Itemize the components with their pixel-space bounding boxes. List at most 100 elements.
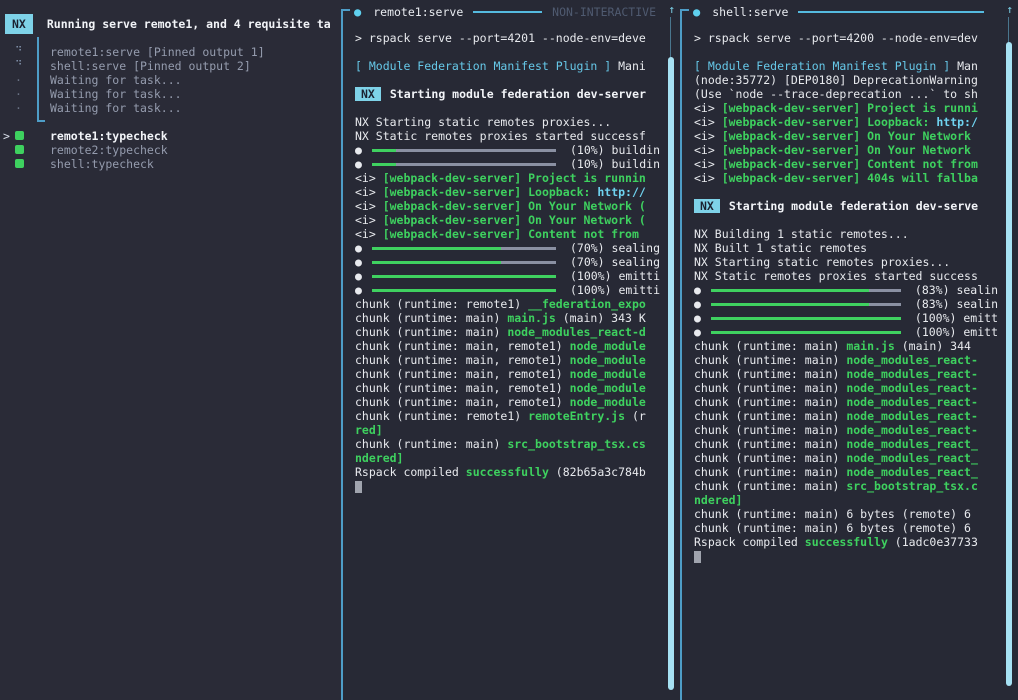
terminal-line: <i> [webpack-dev-server] Loopback: http:… bbox=[355, 185, 660, 199]
scroll-up-icon[interactable]: ↑ bbox=[1006, 3, 1013, 17]
progress-label: (10%) buildin bbox=[563, 157, 660, 171]
pane-left-border bbox=[341, 9, 343, 700]
terminal-line: NX Static remotes proxies started succes… bbox=[694, 269, 998, 283]
progress-line: ● (100%) emitti bbox=[355, 283, 660, 297]
text-segment: [ Module Federation Manifest Plugin ] bbox=[355, 59, 611, 73]
text-segment: Starting module federation dev-serve bbox=[729, 199, 978, 213]
pane-header[interactable]: ● remote1:serve NON-INTERACTIVE bbox=[354, 4, 656, 20]
task-label: Waiting for task... bbox=[50, 87, 182, 101]
text-segment: Man bbox=[950, 59, 978, 73]
task-row[interactable]: remote2:typecheck bbox=[0, 143, 341, 157]
progress-bullet-icon: ● bbox=[355, 241, 362, 255]
task-label: shell:typecheck bbox=[50, 157, 154, 171]
text-segment: Rspack compiled bbox=[355, 465, 466, 479]
pane-header-rule bbox=[473, 11, 542, 13]
text-segment: http:/ bbox=[936, 115, 978, 129]
terminal-line: chunk (runtime: main, remote1) node_modu… bbox=[355, 381, 660, 395]
text-segment: <i> bbox=[694, 157, 722, 171]
text-segment: node_modules_react- bbox=[846, 367, 978, 381]
progress-line: ● (70%) sealing bbox=[355, 255, 660, 269]
task-row[interactable]: ·Waiting for task... bbox=[0, 87, 341, 101]
terminal-line: chunk (runtime: main, remote1) node_modu… bbox=[355, 339, 660, 353]
text-segment: [webpack-dev-server] 404s will fallba bbox=[722, 171, 978, 185]
text-segment: chunk (runtime: main, remote1) bbox=[355, 395, 570, 409]
text-segment: chunk (runtime: main) bbox=[694, 465, 846, 479]
success-square-icon bbox=[15, 145, 24, 154]
text-segment: node_modules_react- bbox=[846, 423, 978, 437]
terminal-line: [ Module Federation Manifest Plugin ] Ma… bbox=[694, 59, 998, 73]
terminal-line: chunk (runtime: main) 6 bytes (remote) 6 bbox=[694, 521, 998, 535]
text-segment: __federation_expo bbox=[528, 297, 646, 311]
progress-fill bbox=[711, 317, 901, 320]
text-segment: node_modules_react_ bbox=[846, 437, 978, 451]
progress-bullet-icon: ● bbox=[694, 297, 701, 311]
task-row[interactable]: >remote1:typecheck bbox=[0, 129, 341, 143]
text-segment: http:// bbox=[597, 185, 645, 199]
text-segment: chunk (runtime: main) bbox=[694, 409, 846, 423]
task-row[interactable]: shell:typecheck bbox=[0, 157, 341, 171]
pane-corner bbox=[341, 9, 350, 11]
progress-fill bbox=[711, 289, 869, 292]
text-segment: chunk (runtime: main) bbox=[694, 437, 846, 451]
task-label: Waiting for task... bbox=[50, 101, 182, 115]
terminal-line: NX Starting module federation dev-server bbox=[355, 87, 660, 101]
terminal-line: > rspack serve --port=4201 --node-env=de… bbox=[355, 31, 660, 45]
completed-task-group: >remote1:typecheckremote2:typecheckshell… bbox=[0, 129, 341, 171]
task-label: Waiting for task... bbox=[50, 73, 182, 87]
scrollbar-track[interactable] bbox=[670, 17, 671, 59]
text-segment: [webpack-dev-server] On Your Network ( bbox=[383, 213, 646, 227]
success-square-icon bbox=[15, 159, 24, 168]
progress-label: (70%) sealing bbox=[563, 241, 660, 255]
terminal-line: chunk (runtime: main) node_modules_react… bbox=[694, 451, 998, 465]
text-segment: [webpack-dev-server] Content not from bbox=[722, 157, 978, 171]
scrollbar-thumb[interactable] bbox=[1006, 42, 1012, 686]
text-segment: [webpack-dev-server] Loopback: bbox=[383, 185, 598, 199]
terminal-line: <i> [webpack-dev-server] Project is runn… bbox=[694, 101, 998, 115]
progress-track bbox=[372, 163, 556, 166]
text-segment: Starting module federation dev-server bbox=[390, 87, 646, 101]
text-segment: node_modules_react- bbox=[846, 381, 978, 395]
text-segment: main.js bbox=[507, 311, 555, 325]
task-row[interactable]: ·Waiting for task... bbox=[0, 73, 341, 87]
nx-terminal-ui: NX Running serve remote1, and 4 requisit… bbox=[0, 0, 1018, 700]
text-segment: chunk (runtime: main) bbox=[694, 339, 846, 353]
progress-bullet-icon: ● bbox=[355, 255, 362, 269]
task-row[interactable]: ⠙shell:serve [Pinned output 2] bbox=[0, 59, 341, 73]
text-segment: node_module bbox=[570, 381, 646, 395]
text-segment: Rspack compiled bbox=[694, 535, 805, 549]
scrollbar-thumb[interactable] bbox=[668, 57, 674, 690]
terminal-line bbox=[694, 45, 998, 59]
terminal-line: chunk (runtime: main) node_modules_react… bbox=[694, 465, 998, 479]
task-row[interactable]: ·Waiting for task... bbox=[0, 101, 341, 115]
progress-label: (100%) emitti bbox=[563, 283, 660, 297]
text-segment: chunk (runtime: main) bbox=[694, 451, 846, 465]
progress-line: ● (10%) buildin bbox=[355, 143, 660, 157]
nx-badge: NX bbox=[355, 87, 381, 101]
progress-track bbox=[711, 317, 901, 320]
task-label: remote1:serve [Pinned output 1] bbox=[50, 45, 265, 59]
text-segment: node_module bbox=[570, 367, 646, 381]
pane-header[interactable]: ● shell:serve bbox=[693, 4, 994, 20]
terminal-line: chunk (runtime: main, remote1) node_modu… bbox=[355, 367, 660, 381]
text-segment: NX Static remotes proxies started succes… bbox=[355, 129, 646, 143]
text-segment: remoteEntry.js bbox=[528, 409, 625, 423]
terminal-line: chunk (runtime: main) node_modules_react… bbox=[694, 381, 998, 395]
scroll-up-icon[interactable]: ↑ bbox=[668, 3, 675, 17]
terminal-cursor bbox=[694, 551, 701, 563]
progress-track bbox=[372, 275, 556, 278]
task-row[interactable]: ⠙remote1:serve [Pinned output 1] bbox=[0, 45, 341, 59]
terminal-line: ndered] bbox=[355, 451, 660, 465]
text-segment: node_modules_react- bbox=[846, 353, 978, 367]
text-segment: NX Static remotes proxies started succes… bbox=[694, 269, 978, 283]
progress-line: ● (100%) emitt bbox=[694, 325, 998, 339]
terminal-line: Rspack compiled successfully (82b65a3c78… bbox=[355, 465, 660, 479]
terminal-line: chunk (runtime: remote1) __federation_ex… bbox=[355, 297, 660, 311]
text-segment: [webpack-dev-server] Content not from bbox=[383, 227, 639, 241]
text-segment: > rspack serve --port=4201 --node-env=de… bbox=[355, 31, 646, 45]
terminal-pane-remote1-serve: ● remote1:serve NON-INTERACTIVE ↑ > rspa… bbox=[341, 0, 680, 700]
pane-corner bbox=[680, 9, 689, 11]
non-interactive-label: NON-INTERACTIVE bbox=[552, 5, 656, 19]
text-segment: chunk (runtime: main) bbox=[694, 479, 846, 493]
nx-logo-badge: NX bbox=[5, 14, 33, 34]
text-segment: ndered] bbox=[694, 493, 742, 507]
